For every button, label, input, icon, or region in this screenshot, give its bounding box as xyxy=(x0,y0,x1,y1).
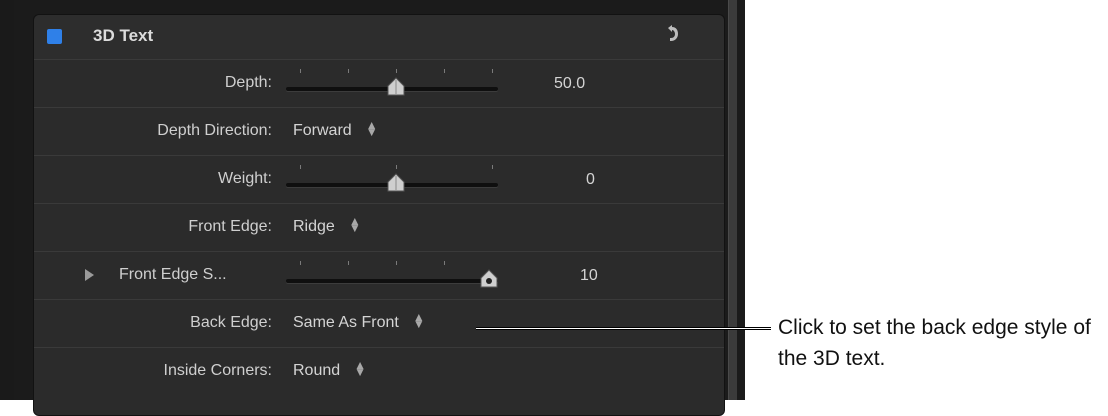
depth-label: Depth: xyxy=(224,74,272,91)
pane-divider[interactable] xyxy=(728,0,737,400)
updown-arrows-icon: ▲ ▼ xyxy=(354,357,367,379)
row-weight: Weight: 0 xyxy=(34,156,724,204)
row-depth: Depth: 50.0 xyxy=(34,60,724,108)
inside-corners-label: Inside Corners: xyxy=(163,362,273,379)
updown-arrows-icon: ▲ ▼ xyxy=(412,309,425,331)
front-edge-label: Front Edge: xyxy=(188,218,272,235)
front-edge-size-label: Front Edge S... xyxy=(119,266,227,283)
back-edge-label: Back Edge: xyxy=(190,314,272,331)
row-front-edge-size: Front Edge S... 10 xyxy=(34,252,724,300)
enable-checkbox[interactable] xyxy=(47,29,62,44)
slider-thumb[interactable] xyxy=(479,269,499,288)
back-edge-popup[interactable]: Same As Front ▲ ▼ xyxy=(293,309,425,332)
panel-title: 3D Text xyxy=(93,26,154,45)
row-front-edge: Front Edge: Ridge ▲ ▼ xyxy=(34,204,724,252)
inside-corners-popup[interactable]: Round ▲ ▼ xyxy=(293,357,367,380)
depth-direction-label: Depth Direction: xyxy=(157,122,272,139)
disclosure-triangle-icon[interactable] xyxy=(85,269,94,281)
row-depth-direction: Depth Direction: Forward ▲ ▼ xyxy=(34,108,724,156)
slider-thumb[interactable] xyxy=(386,173,406,192)
reset-arrow-icon[interactable] xyxy=(662,23,682,47)
callout-text: Click to set the back edge style of the … xyxy=(778,316,1091,370)
depth-direction-popup[interactable]: Forward ▲ ▼ xyxy=(293,117,378,140)
front-edge-size-value[interactable]: 10 xyxy=(580,267,598,285)
row-inside-corners: Inside Corners: Round ▲ ▼ xyxy=(34,348,724,395)
slider-track[interactable] xyxy=(286,279,498,283)
updown-arrows-icon: ▲ ▼ xyxy=(348,213,361,235)
row-back-edge: Back Edge: Same As Front ▲ ▼ xyxy=(34,300,724,348)
panel-header: 3D Text xyxy=(34,15,724,60)
slider-thumb[interactable] xyxy=(386,77,406,96)
3d-text-panel: 3D Text Depth: 50.0 Depth Direction: For… xyxy=(33,14,725,416)
inspector-frame: 3D Text Depth: 50.0 Depth Direction: For… xyxy=(0,0,745,416)
weight-label: Weight: xyxy=(218,170,272,187)
callout-line xyxy=(476,327,771,330)
front-edge-popup[interactable]: Ridge ▲ ▼ xyxy=(293,213,361,236)
updown-arrows-icon: ▲ ▼ xyxy=(365,117,378,139)
depth-value[interactable]: 50.0 xyxy=(554,75,585,93)
weight-value[interactable]: 0 xyxy=(586,171,595,189)
